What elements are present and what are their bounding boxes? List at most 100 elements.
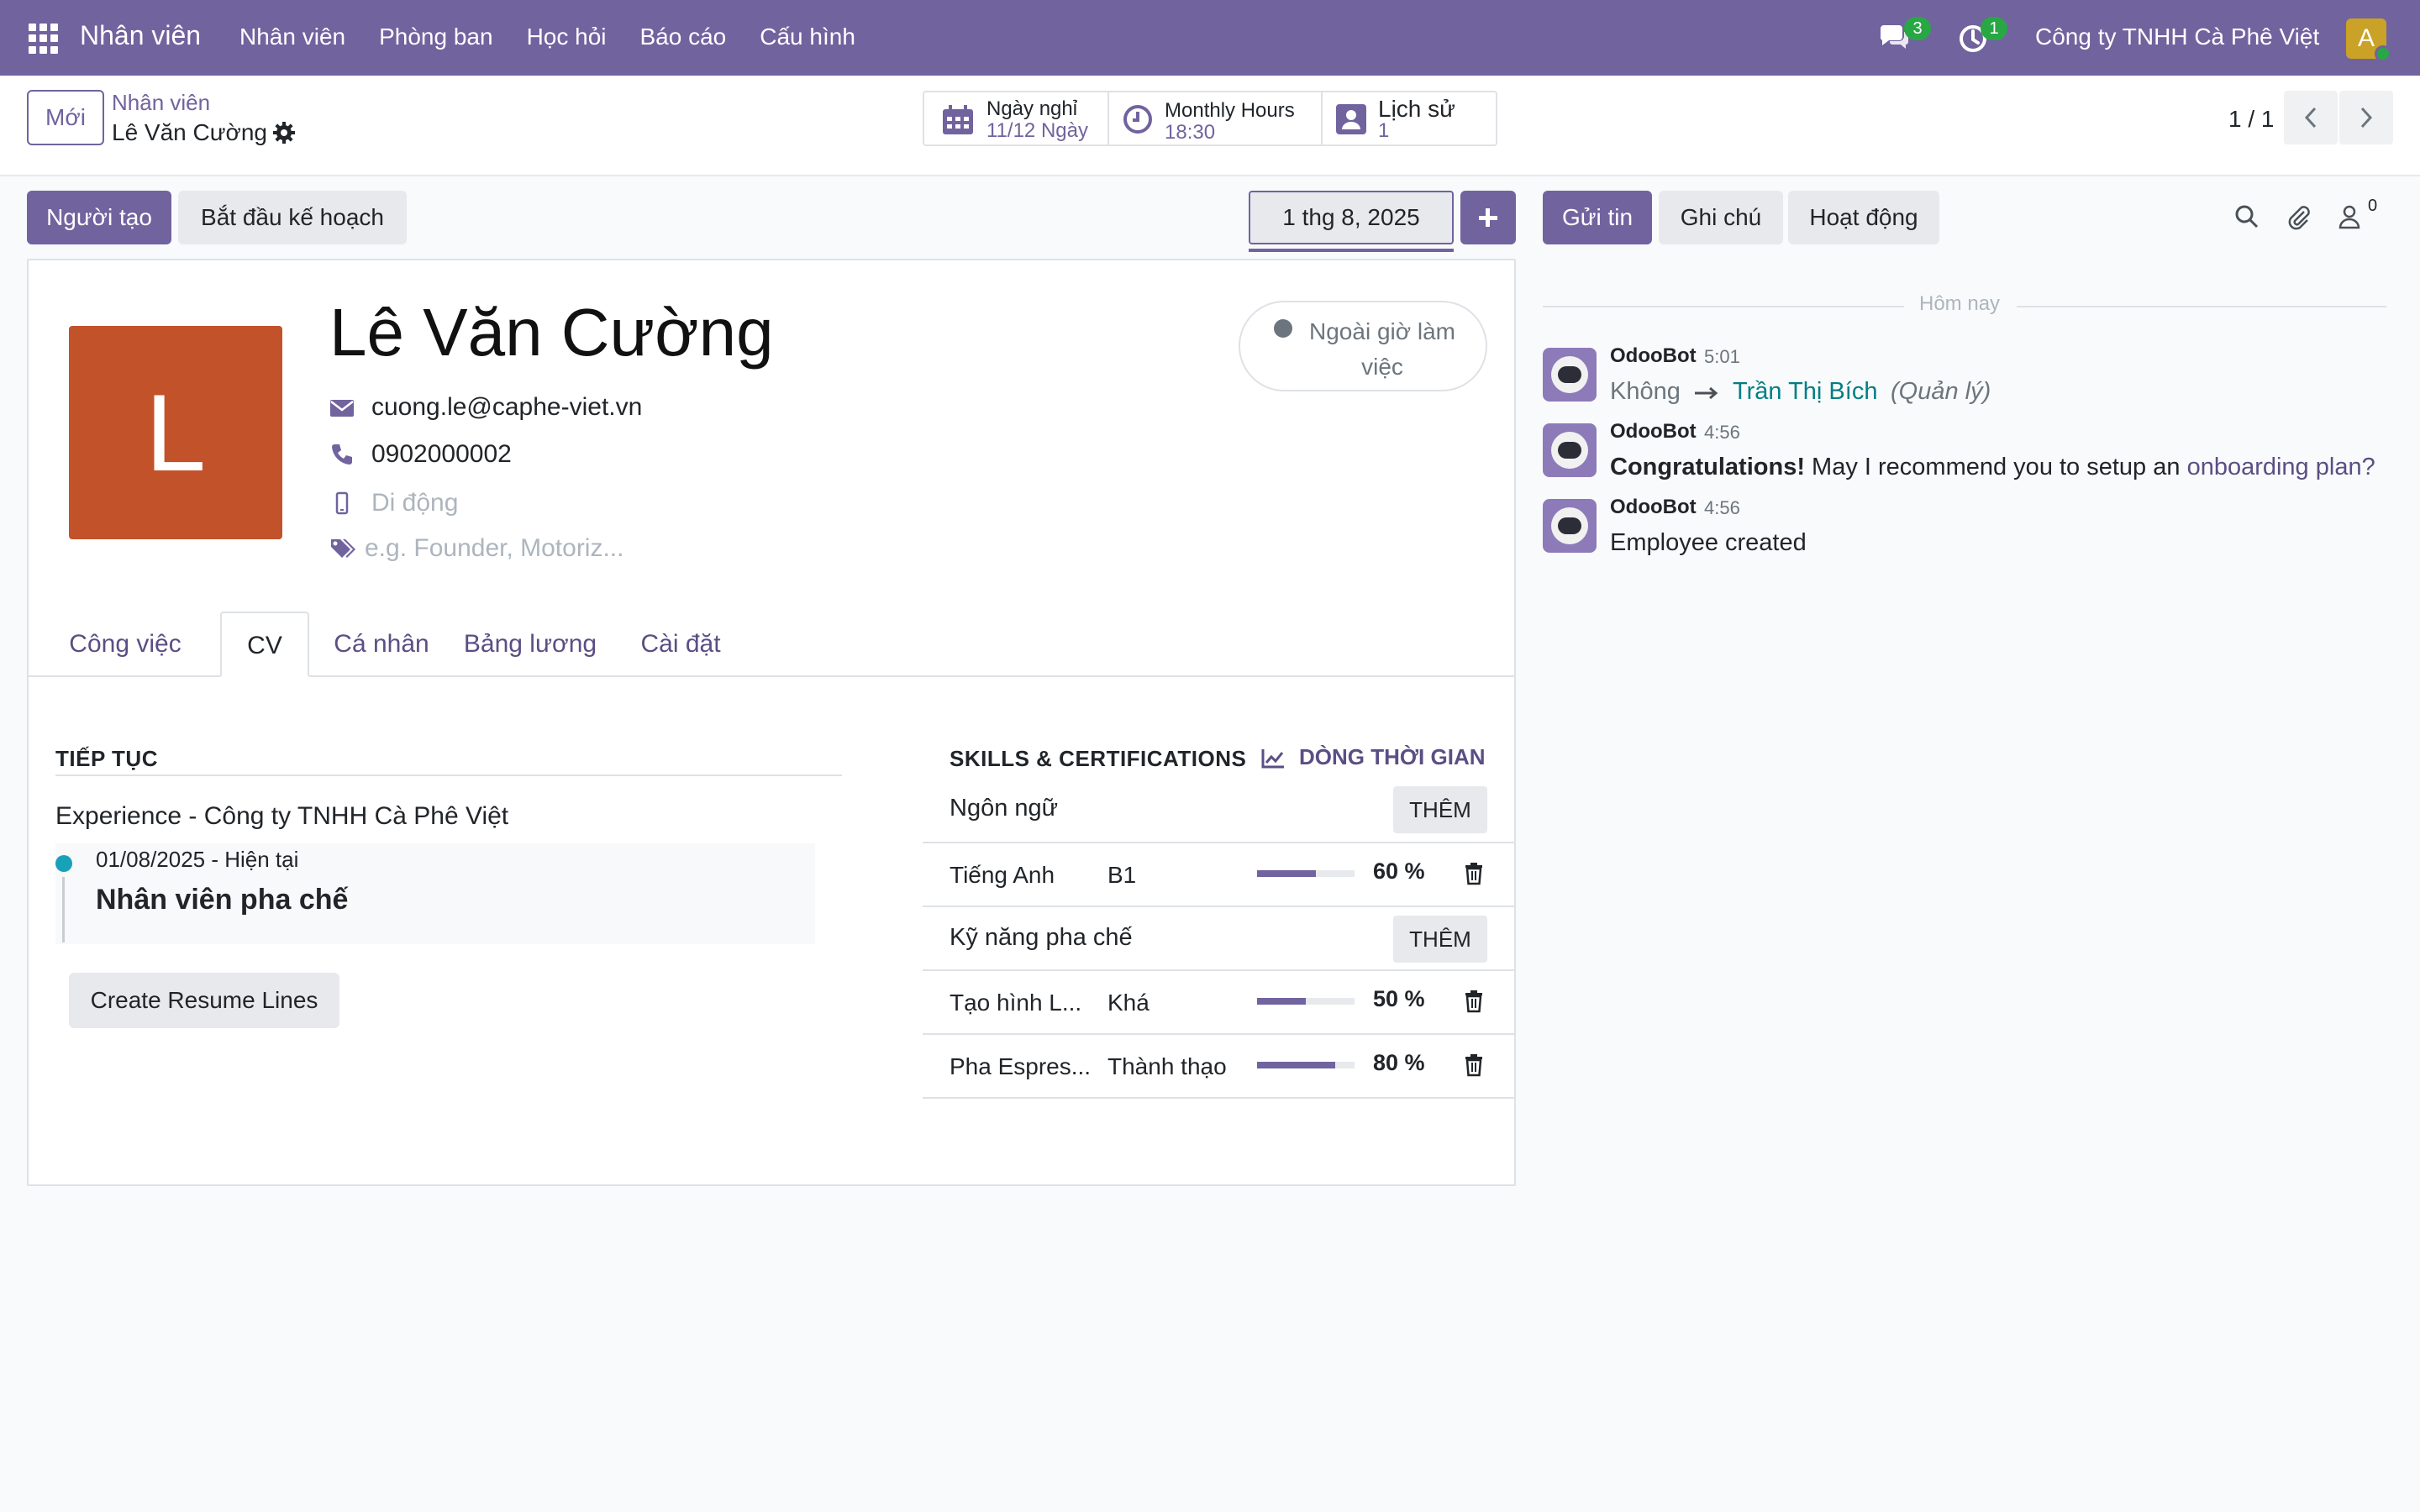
work-phone-field[interactable]: 0902000002 <box>371 440 512 469</box>
form-tabs: Công việc CV Cá nhân Bảng lương Cài đặt <box>29 612 1514 677</box>
skill-row-divider <box>923 1097 1516 1099</box>
main-menu: Nhân viên Phòng ban Học hỏi Báo cáo Cấu … <box>239 24 889 50</box>
odoobot-avatar[interactable] <box>1543 499 1597 553</box>
tab-private[interactable]: Cá nhân <box>331 612 432 677</box>
resume-line-title[interactable]: Nhân viên pha chế <box>96 884 348 916</box>
presence-dot-icon <box>1274 319 1292 338</box>
presence-text: Ngoài giờ làm việc <box>1309 318 1455 380</box>
paperclip-icon[interactable] <box>2286 203 2312 230</box>
message-author[interactable]: OdooBot <box>1610 344 1697 368</box>
skill-name[interactable]: Tạo hình L... <box>950 990 1081 1016</box>
monthly-hours-value: 18:30 <box>1165 121 1216 144</box>
breadcrumb-current: Lê Văn Cường <box>112 119 267 145</box>
date-picker-field[interactable]: 1 thg 8, 2025 <box>1249 191 1454 244</box>
line-chart-icon[interactable] <box>1260 748 1286 769</box>
control-panel: Mới Nhân viên Lê Văn Cường Ngày nghỉ 11/… <box>0 76 2420 176</box>
creator-button[interactable]: Người tạo <box>27 191 171 244</box>
monthly-hours-smart-button[interactable]: Monthly Hours 18:30 <box>1109 92 1323 144</box>
skill-progress-fill <box>1257 1062 1335 1068</box>
pager-value[interactable]: 1 / 1 <box>2228 106 2274 133</box>
timeline-link[interactable]: DÒNG THỜI GIAN <box>1299 744 1486 770</box>
new-button[interactable]: Mới <box>27 90 104 145</box>
menu-item-configuration[interactable]: Cấu hình <box>760 24 855 50</box>
skill-name[interactable]: Pha Espres... <box>950 1053 1091 1080</box>
search-icon[interactable] <box>2233 203 2260 230</box>
log-note-button[interactable]: Ghi chú <box>1659 191 1783 244</box>
menu-item-learning[interactable]: Học hỏi <box>527 24 607 50</box>
phone-icon <box>332 444 352 465</box>
skill-level[interactable]: B1 <box>1107 862 1136 889</box>
clock-icon <box>1123 105 1152 134</box>
skill-row-divider <box>923 842 1516 843</box>
time-off-smart-button[interactable]: Ngày nghỉ 11/12 Ngày <box>924 92 1109 144</box>
skill-name[interactable]: Tiếng Anh <box>950 862 1055 889</box>
resume-type: Experience - Công ty TNHH Cà Phê Việt <box>55 802 509 830</box>
today-divider-left <box>1543 306 1904 307</box>
breadcrumb-parent[interactable]: Nhân viên <box>112 90 210 116</box>
menu-item-departments[interactable]: Phòng ban <box>379 24 492 50</box>
message-body: Congratulations! May I recommend you to … <box>1610 454 2375 481</box>
app-brand[interactable]: Nhân viên <box>80 20 201 51</box>
start-plan-button[interactable]: Bắt đầu kế hoạch <box>178 191 407 244</box>
tab-payroll[interactable]: Bảng lương <box>457 612 603 677</box>
skill-progress-bar <box>1257 870 1355 877</box>
history-smart-button[interactable]: Lịch sử 1 <box>1323 92 1496 144</box>
today-label: Hôm nay <box>1919 292 2001 315</box>
trash-icon[interactable] <box>1464 862 1484 885</box>
tags-field[interactable]: e.g. Founder, Motoriz... <box>365 534 623 563</box>
employee-name[interactable]: Lê Văn Cường <box>329 294 774 371</box>
chevron-right-icon <box>2360 107 2373 129</box>
trash-icon[interactable] <box>1464 990 1484 1013</box>
employee-avatar[interactable]: L <box>69 326 282 539</box>
tab-work[interactable]: Công việc <box>55 612 195 677</box>
apps-menu-icon[interactable] <box>29 24 59 54</box>
company-switcher[interactable]: Công ty TNHH Cà Phê Việt <box>2035 24 2319 50</box>
skill-percent: 60 % <box>1373 858 1425 884</box>
id-card-icon <box>1336 104 1366 134</box>
tags-icon <box>331 539 355 558</box>
activity-badge: 1 <box>1981 17 2007 40</box>
timeline-dot-icon <box>55 855 72 872</box>
mobile-field[interactable]: Di động <box>371 489 458 517</box>
tab-resume[interactable]: CV <box>220 612 309 677</box>
menu-item-employees[interactable]: Nhân viên <box>239 24 345 50</box>
tab-settings[interactable]: Cài đặt <box>630 612 731 677</box>
add-skill-button[interactable]: THÊM <box>1393 916 1487 963</box>
pager-next-button[interactable] <box>2339 91 2393 144</box>
pager-previous-button[interactable] <box>2284 91 2338 144</box>
send-message-button[interactable]: Gửi tin <box>1543 191 1652 244</box>
skill-row-divider <box>923 969 1516 971</box>
odoobot-avatar[interactable] <box>1543 348 1597 402</box>
menu-item-reporting[interactable]: Báo cáo <box>640 24 727 50</box>
gear-icon[interactable] <box>272 121 296 144</box>
message-time: 4:56 <box>1704 422 1740 443</box>
onboarding-plan-link[interactable]: onboarding plan? <box>2187 454 2375 480</box>
email-field[interactable]: cuong.le@caphe-viet.vn <box>371 393 642 422</box>
calendar-icon <box>943 105 973 134</box>
history-value: 1 <box>1378 119 1390 142</box>
skill-progress-fill <box>1257 870 1316 877</box>
odoobot-avatar[interactable] <box>1543 423 1597 477</box>
history-title: Lịch sử <box>1378 96 1455 122</box>
envelope-icon <box>330 400 354 417</box>
message-text: May I recommend you to setup an <box>1805 454 2187 480</box>
activity-button[interactable]: Hoạt động <box>1788 191 1939 244</box>
today-divider-right <box>2017 306 2386 307</box>
message-author[interactable]: OdooBot <box>1610 496 1697 519</box>
skill-level[interactable]: Khá <box>1107 990 1150 1016</box>
trash-icon[interactable] <box>1464 1053 1484 1077</box>
tracking-field-name: (Quản lý) <box>1891 378 1991 405</box>
skill-level[interactable]: Thành thạo <box>1107 1053 1227 1080</box>
message-author[interactable]: OdooBot <box>1610 420 1697 444</box>
tracking-old-value: Không <box>1610 378 1681 405</box>
date-field-underline <box>1249 249 1454 252</box>
tracking-new-value[interactable]: Trần Thị Bích <box>1733 378 1877 406</box>
time-off-title: Ngày nghỉ <box>986 97 1078 120</box>
create-resume-lines-button[interactable]: Create Resume Lines <box>69 973 339 1028</box>
add-skill-button[interactable]: THÊM <box>1393 786 1487 833</box>
followers-icon[interactable] <box>2336 203 2363 230</box>
add-plus-button[interactable] <box>1460 191 1516 244</box>
presence-status: Ngoài giờ làm việc <box>1239 301 1487 391</box>
skill-progress-bar <box>1257 1062 1355 1068</box>
message-bold-text: Congratulations! <box>1610 454 1805 480</box>
